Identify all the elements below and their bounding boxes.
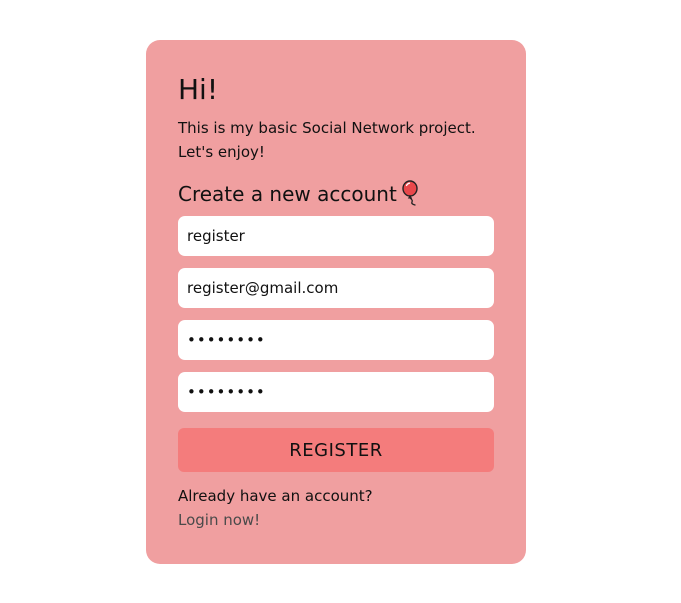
register-card: Hi! This is my basic Social Network proj…: [146, 40, 526, 564]
form-title: Create a new account: [178, 180, 423, 208]
form-title-text: Create a new account: [178, 182, 397, 206]
login-now-link[interactable]: Login now!: [178, 508, 260, 532]
already-have-account-text: Already have an account?: [178, 487, 373, 505]
confirm-password-input[interactable]: [178, 372, 494, 412]
greeting-heading: Hi!: [178, 73, 219, 106]
username-input[interactable]: [178, 216, 494, 256]
register-button[interactable]: REGISTER: [178, 428, 494, 472]
intro-text: This is my basic Social Network project.…: [178, 119, 476, 161]
email-input[interactable]: [178, 268, 494, 308]
balloon-icon: [401, 180, 423, 206]
password-input[interactable]: [178, 320, 494, 360]
